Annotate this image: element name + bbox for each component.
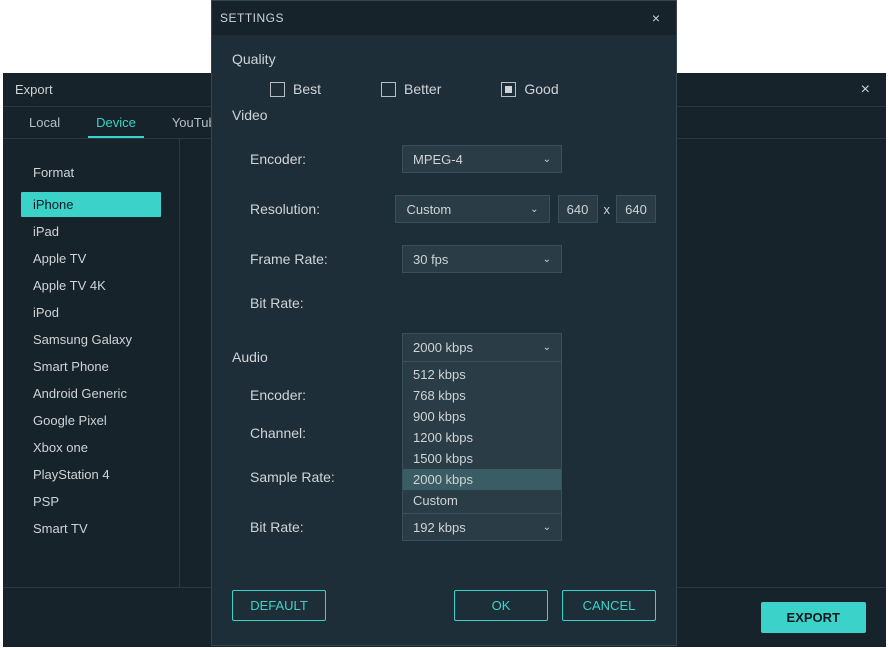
quality-good-label: Good <box>524 81 558 97</box>
chevron-down-icon: ⌄ <box>543 154 551 165</box>
video-framerate-row: Frame Rate: 30 fps ⌄ <box>232 245 656 273</box>
cancel-button[interactable]: CANCEL <box>562 590 656 621</box>
sidebar-item-samsung[interactable]: Samsung Galaxy <box>21 327 161 352</box>
audio-bitrate-value: 192 kbps <box>413 520 466 535</box>
settings-footer: DEFAULT OK CANCEL <box>212 575 676 645</box>
sidebar-item-ipad[interactable]: iPad <box>21 219 161 244</box>
video-resolution-select[interactable]: Custom ⌄ <box>395 195 549 223</box>
video-framerate-label: Frame Rate: <box>250 251 402 267</box>
quality-options: Best Better Good <box>232 81 656 97</box>
settings-title: SETTINGS <box>220 11 284 25</box>
sidebar-item-android[interactable]: Android Generic <box>21 381 161 406</box>
video-bitrate-row: Bit Rate: <box>232 295 656 311</box>
resolution-inputs: x <box>558 195 657 223</box>
bitrate-option[interactable]: 2000 kbps <box>403 469 561 490</box>
settings-titlebar: SETTINGS × <box>212 1 676 35</box>
audio-encoder-label: Encoder: <box>250 387 402 403</box>
video-section: Video Encoder: MPEG-4 ⌄ Resolution: Cust… <box>232 107 656 311</box>
chevron-down-icon: ⌄ <box>543 342 551 353</box>
sidebar-item-appletv[interactable]: Apple TV <box>21 246 161 271</box>
close-icon[interactable]: × <box>857 81 874 99</box>
bitrate-option[interactable]: 1500 kbps <box>403 448 561 469</box>
video-encoder-select[interactable]: MPEG-4 ⌄ <box>402 145 562 173</box>
video-resolution-value: Custom <box>406 202 451 217</box>
bitrate-option[interactable]: 1200 kbps <box>403 427 561 448</box>
sidebar-item-smartphone[interactable]: Smart Phone <box>21 354 161 379</box>
sidebar-item-iphone[interactable]: iPhone <box>21 192 161 217</box>
video-resolution-label: Resolution: <box>250 201 395 217</box>
sidebar-item-appletv4k[interactable]: Apple TV 4K <box>21 273 161 298</box>
audio-bitrate-row: Bit Rate: 192 kbps ⌄ <box>232 513 656 541</box>
chevron-down-icon: ⌄ <box>530 204 538 215</box>
footer-right: OK CANCEL <box>454 590 656 621</box>
close-icon[interactable]: × <box>648 10 664 26</box>
sidebar-item-xbox[interactable]: Xbox one <box>21 435 161 460</box>
video-bitrate-select[interactable]: 2000 kbps ⌄ <box>403 334 561 362</box>
export-button[interactable]: EXPORT <box>761 602 866 633</box>
settings-content: Quality Best Better Good Video Encoder: … <box>212 35 676 575</box>
resolution-width-input[interactable] <box>558 195 598 223</box>
video-framerate-select[interactable]: 30 fps ⌄ <box>402 245 562 273</box>
sidebar-header: Format <box>3 157 179 188</box>
video-section-label: Video <box>232 107 656 123</box>
default-button[interactable]: DEFAULT <box>232 590 326 621</box>
bitrate-option[interactable]: Custom <box>403 490 561 511</box>
audio-channel-label: Channel: <box>250 425 402 441</box>
chevron-down-icon: ⌄ <box>543 254 551 265</box>
ok-button[interactable]: OK <box>454 590 548 621</box>
sidebar-item-smarttv[interactable]: Smart TV <box>21 516 161 541</box>
sidebar-item-ps4[interactable]: PlayStation 4 <box>21 462 161 487</box>
audio-samplerate-label: Sample Rate: <box>250 469 402 485</box>
export-title: Export <box>15 82 53 97</box>
audio-bitrate-select[interactable]: 192 kbps ⌄ <box>402 513 562 541</box>
chevron-down-icon: ⌄ <box>543 522 551 533</box>
audio-bitrate-label: Bit Rate: <box>250 519 402 535</box>
video-bitrate-value: 2000 kbps <box>413 340 473 355</box>
quality-best-checkbox[interactable]: Best <box>270 81 321 97</box>
video-framerate-value: 30 fps <box>413 252 448 267</box>
sidebar-item-psp[interactable]: PSP <box>21 489 161 514</box>
quality-section-label: Quality <box>232 51 656 67</box>
sidebar-items: iPhone iPad Apple TV Apple TV 4K iPod Sa… <box>3 188 179 541</box>
bitrate-option[interactable]: 900 kbps <box>403 406 561 427</box>
resolution-height-input[interactable] <box>616 195 656 223</box>
quality-better-label: Better <box>404 81 441 97</box>
bitrate-option[interactable]: 768 kbps <box>403 385 561 406</box>
sidebar-item-ipod[interactable]: iPod <box>21 300 161 325</box>
quality-better-checkbox[interactable]: Better <box>381 81 441 97</box>
video-bitrate-options: 512 kbps 768 kbps 900 kbps 1200 kbps 150… <box>403 362 561 513</box>
quality-good-checkbox[interactable]: Good <box>501 81 558 97</box>
tab-local[interactable]: Local <box>11 107 78 138</box>
video-encoder-row: Encoder: MPEG-4 ⌄ <box>232 145 656 173</box>
video-encoder-label: Encoder: <box>250 151 402 167</box>
video-resolution-row: Resolution: Custom ⌄ x <box>232 195 656 223</box>
checkbox-icon <box>270 82 285 97</box>
video-bitrate-dropdown: 2000 kbps ⌄ 512 kbps 768 kbps 900 kbps 1… <box>402 333 562 514</box>
bitrate-option[interactable]: 512 kbps <box>403 364 561 385</box>
quality-best-label: Best <box>293 81 321 97</box>
checkbox-icon <box>381 82 396 97</box>
settings-dialog: SETTINGS × Quality Best Better Good Vide… <box>211 0 677 646</box>
tab-device[interactable]: Device <box>78 107 154 138</box>
video-encoder-value: MPEG-4 <box>413 152 463 167</box>
checkbox-icon <box>501 82 516 97</box>
video-bitrate-label: Bit Rate: <box>250 295 402 311</box>
resolution-x: x <box>604 202 611 217</box>
sidebar-item-pixel[interactable]: Google Pixel <box>21 408 161 433</box>
format-sidebar: Format iPhone iPad Apple TV Apple TV 4K … <box>3 139 180 587</box>
